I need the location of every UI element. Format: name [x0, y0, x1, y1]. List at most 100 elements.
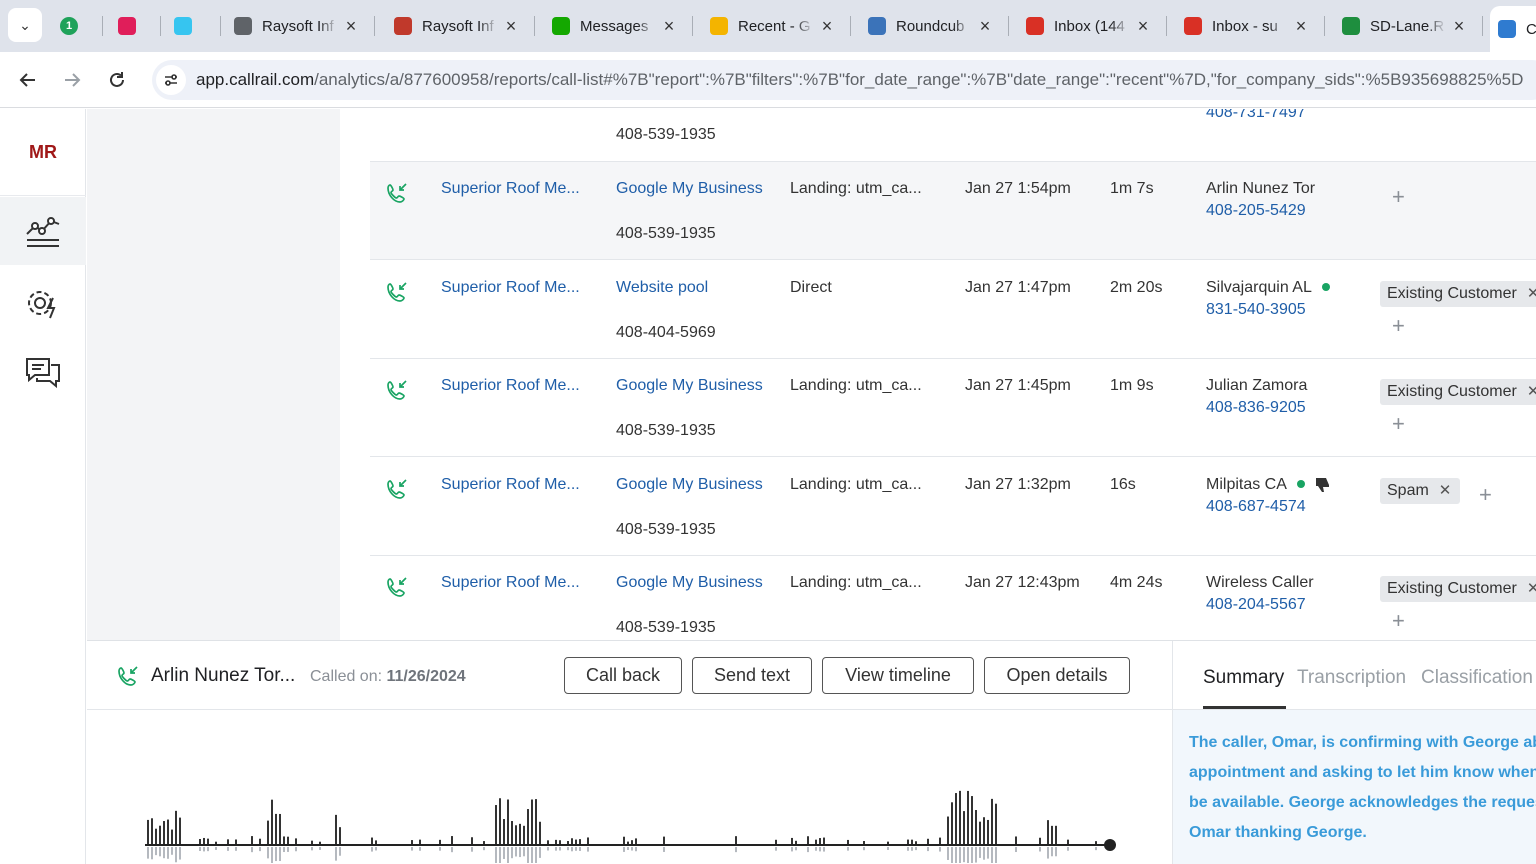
close-tab-icon[interactable]: ×: [342, 16, 360, 37]
sidebar-item-conversations[interactable]: [0, 339, 86, 407]
add-tag-icon[interactable]: +: [1392, 413, 1405, 435]
landing-page: Landing: utm_ca...: [790, 574, 922, 591]
call-detail-panel: Arlin Nunez Tor... Called on: 11/26/2024…: [87, 640, 1536, 864]
table-row[interactable]: Superior Roof Me... Website pool 408-404-5…: [370, 261, 1536, 359]
close-tab-icon[interactable]: ×: [1292, 16, 1310, 37]
browser-tab[interactable]: Inbox (144 ×: [1018, 8, 1160, 44]
caller-name-text: Silvajarquin AL: [1206, 278, 1312, 296]
open-details-button[interactable]: Open details: [984, 657, 1130, 694]
caller-phone-link[interactable]: 831-540-3905: [1206, 301, 1306, 319]
reload-icon: [110, 72, 124, 87]
table-row[interactable]: Superior Roof Me... Google My Business 408…: [370, 162, 1536, 260]
call-back-button[interactable]: Call back: [564, 657, 682, 694]
upwork-icon: [552, 17, 570, 35]
gmail-icon: [1026, 17, 1044, 35]
back-button[interactable]: [14, 66, 42, 94]
tag-spam: Spam ✕: [1380, 477, 1460, 504]
close-tab-icon[interactable]: ×: [1134, 16, 1152, 37]
remove-tag-icon[interactable]: ✕: [1527, 580, 1536, 597]
summary-text: The caller, Omar, is confirming with Geo…: [1189, 734, 1536, 841]
tab-separator: [102, 16, 103, 36]
browser-tab[interactable]: [110, 8, 154, 44]
browser-tab[interactable]: 1: [52, 8, 96, 44]
table-row[interactable]: Superior Roof Me... Google My Business 408…: [370, 458, 1536, 556]
forward-button[interactable]: [58, 66, 86, 94]
summary-box: The caller, Omar, is confirming with Geo…: [1173, 710, 1536, 864]
address-bar[interactable]: app.callrail.com/analytics/a/877600958/r…: [152, 60, 1536, 100]
company-link[interactable]: Superior Roof Me...: [441, 180, 591, 198]
company-link[interactable]: Superior Roof Me...: [441, 574, 591, 592]
tab-separator: [1482, 16, 1483, 36]
send-text-button[interactable]: Send text: [692, 657, 812, 694]
add-tag-icon[interactable]: +: [1479, 483, 1492, 505]
browser-tab[interactable]: [166, 8, 214, 44]
close-tab-icon[interactable]: ×: [660, 16, 678, 37]
settings-automation-icon: [28, 291, 56, 319]
browser-tab[interactable]: Raysoft Inf ×: [386, 8, 528, 44]
sidebar-item-settings[interactable]: [0, 269, 86, 337]
table-row[interactable]: Superior Roof Me... Google My Business 408…: [370, 359, 1536, 457]
browser-tab[interactable]: Roundcub ×: [860, 8, 1002, 44]
call-datetime: Jan 27 1:45pm: [965, 377, 1071, 394]
reload-button[interactable]: [103, 66, 131, 94]
source-link[interactable]: Google My Business: [616, 180, 763, 198]
view-timeline-button[interactable]: View timeline: [822, 657, 974, 694]
browser-tab[interactable]: Messages ×: [544, 8, 686, 44]
chat-icon: [26, 358, 60, 389]
remove-tag-icon[interactable]: ✕: [1439, 482, 1452, 499]
inbound-call-icon: [386, 281, 408, 308]
close-tab-icon[interactable]: ×: [976, 16, 994, 37]
site-info-icon[interactable]: [156, 65, 186, 95]
tab-classification[interactable]: Classification: [1421, 667, 1533, 689]
caller-phone-link[interactable]: 408-204-5567: [1206, 596, 1306, 614]
roundcube-icon: [868, 17, 886, 35]
tab-summary[interactable]: Summary: [1203, 667, 1284, 689]
remove-tag-icon[interactable]: ✕: [1527, 383, 1536, 400]
company-link[interactable]: Superior Roof Me...: [441, 279, 591, 297]
add-tag-icon[interactable]: +: [1392, 314, 1405, 336]
detail-caller-name: Arlin Nunez Tor...: [151, 665, 296, 686]
inbound-call-icon: [386, 182, 408, 209]
add-tag-icon[interactable]: +: [1392, 186, 1405, 208]
call-datetime: Jan 27 1:54pm: [965, 180, 1071, 197]
forward-arrow-icon: [65, 73, 81, 87]
waveform-playhead[interactable]: [1104, 839, 1116, 851]
close-tab-icon[interactable]: ×: [1450, 16, 1468, 37]
remove-tag-icon[interactable]: ✕: [1527, 285, 1536, 302]
browser-tab[interactable]: Recent - G ×: [702, 8, 844, 44]
source-link[interactable]: Google My Business: [616, 377, 763, 395]
thumbs-down-icon[interactable]: [1313, 476, 1331, 494]
caller-phone-link[interactable]: 408-836-9205: [1206, 399, 1306, 417]
browser-tab-strip: ⌄ 1 Raysoft Inf × Raysoft Inf × Messages × Rece…: [0, 0, 1536, 52]
slack-icon: [118, 17, 136, 35]
sidebar-item-analytics[interactable]: [0, 197, 86, 265]
source-link[interactable]: Website pool: [616, 279, 708, 297]
caller-phone-link[interactable]: 408-687-4574: [1206, 498, 1306, 516]
inbound-call-icon: [386, 576, 408, 603]
company-link[interactable]: Superior Roof Me...: [441, 377, 591, 395]
browser-tab[interactable]: Inbox - su ×: [1176, 8, 1318, 44]
caller-name-text: Wireless Caller: [1206, 574, 1314, 591]
account-initials[interactable]: MR: [0, 109, 86, 196]
tab-transcription[interactable]: Transcription: [1297, 667, 1406, 689]
inbound-call-icon: [386, 478, 408, 505]
source-link[interactable]: Google My Business: [616, 574, 763, 592]
caller-phone-link[interactable]: 408-205-5429: [1206, 202, 1306, 220]
browser-tab[interactable]: Raysoft Inf ×: [226, 8, 368, 44]
browser-tab-title: Recent - G: [738, 17, 811, 35]
table-row[interactable]: Superior Roof Me... Google My Business 408…: [370, 556, 1536, 640]
close-tab-icon[interactable]: ×: [502, 16, 520, 37]
chevron-down-icon: ⌄: [19, 16, 31, 33]
close-tab-icon[interactable]: ×: [818, 16, 836, 37]
app-sidebar: MR: [0, 109, 86, 864]
company-link[interactable]: Superior Roof Me...: [441, 476, 591, 494]
browser-tab[interactable]: SD-Lane.R ×: [1334, 8, 1476, 44]
tab-search-button[interactable]: ⌄: [8, 8, 42, 42]
tab-separator: [160, 16, 161, 36]
browser-tab[interactable]: C: [1490, 6, 1536, 52]
call-list-table: 408-539-1935 408-731-7497 Superior Roof …: [340, 109, 1536, 640]
add-tag-icon[interactable]: +: [1392, 610, 1405, 632]
partial-row-caller-phone[interactable]: 408-731-7497: [1206, 109, 1306, 122]
source-link[interactable]: Google My Business: [616, 476, 763, 494]
caller-name: Silvajarquin AL: [1206, 279, 1330, 297]
